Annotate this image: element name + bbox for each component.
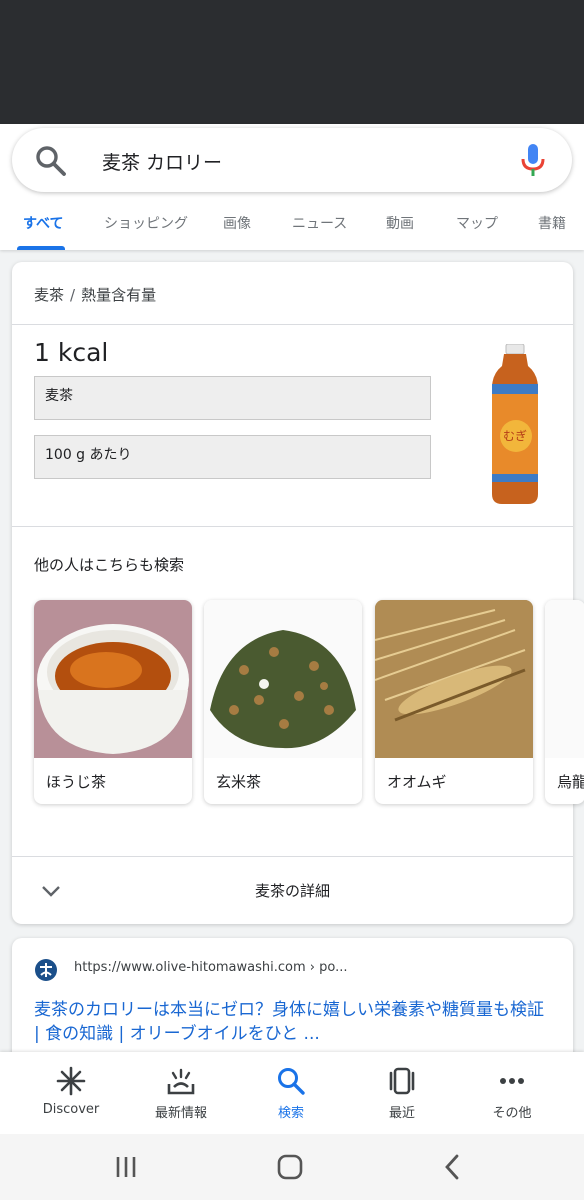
related-item-oolong[interactable]: 烏龍 — [545, 600, 584, 804]
related-item-label: 烏龍 — [557, 773, 584, 791]
nav-label: その他 — [492, 1106, 532, 1121]
more-icon — [500, 1078, 524, 1084]
details-expander[interactable]: 麦茶の詳細 — [12, 858, 573, 924]
nav-more[interactable]: その他 — [462, 1066, 562, 1121]
related-item-genmaicha[interactable]: 玄米茶 — [204, 600, 362, 804]
updates-icon — [167, 1068, 195, 1095]
breadcrumb: 麦茶 / 熱量含有量 — [34, 284, 156, 305]
tab-videos[interactable]: 動画 — [386, 213, 414, 233]
nav-updates[interactable]: 最新情報 — [131, 1066, 231, 1121]
home-icon[interactable] — [275, 1152, 305, 1182]
related-item-hojicha[interactable]: ほうじ茶 — [34, 600, 192, 804]
calorie-value: 1 kcal — [34, 338, 109, 367]
tab-news[interactable]: ニュース — [292, 213, 347, 233]
nav-search[interactable]: 検索 — [241, 1066, 341, 1121]
recent-apps-icon[interactable] — [111, 1152, 141, 1182]
search-query[interactable]: 麦茶 カロリー — [102, 148, 222, 175]
tab-images[interactable]: 画像 — [223, 213, 251, 233]
divider — [12, 526, 573, 527]
nutrition-card: 麦茶 / 熱量含有量 1 kcal 麦茶 100 g あたり むぎ 他の人はこちらも… — [12, 262, 584, 924]
oolong-image — [545, 600, 584, 758]
result-title-link[interactable]: 麦茶のカロリーは本当にゼロ？身体に嬉しい栄養素や糖質量も検証 | 食の知識 | … — [34, 998, 554, 1046]
tab-books[interactable]: 書籍 — [538, 213, 566, 233]
search-result: https://www.olive-hitomawashi.com › po..… — [12, 938, 573, 1068]
result-url[interactable]: https://www.olive-hitomawashi.com › po..… — [74, 960, 347, 975]
genmaicha-image — [204, 600, 362, 758]
tab-all[interactable]: すべて — [23, 213, 63, 233]
tab-shopping[interactable]: ショッピング — [104, 213, 188, 233]
back-icon[interactable] — [438, 1152, 468, 1182]
bottom-nav: Discover 最新情報 検索 最近 その他 — [0, 1052, 584, 1134]
mic-icon[interactable] — [518, 142, 548, 178]
nav-label: 最新情報 — [154, 1106, 207, 1121]
search-tabs: すべて ショッピング 画像 ニュース 動画 マップ 書籍 — [0, 204, 584, 250]
details-label: 麦茶の詳細 — [254, 882, 330, 900]
nav-recent[interactable]: 最近 — [352, 1066, 452, 1121]
related-item-label: ほうじ茶 — [46, 773, 107, 791]
recent-tabs-icon — [389, 1067, 415, 1095]
breadcrumb-current: 熱量含有量 — [81, 286, 157, 304]
system-nav-bar — [0, 1134, 584, 1200]
breadcrumb-separator: / — [70, 286, 76, 304]
barley-tea-bottle-image[interactable]: むぎ — [482, 344, 548, 508]
search-icon[interactable] — [34, 144, 68, 178]
nav-discover[interactable]: Discover — [21, 1066, 121, 1117]
nav-label: 最近 — [388, 1106, 415, 1121]
status-bar — [0, 0, 584, 124]
active-tab-indicator — [17, 246, 65, 250]
barley-image — [375, 600, 533, 758]
site-favicon-icon — [35, 959, 57, 981]
breadcrumb-item[interactable]: 麦茶 — [34, 286, 64, 304]
nav-label: Discover — [42, 1102, 100, 1117]
asterisk-icon — [56, 1066, 86, 1096]
search-header: 麦茶 カロリー すべて ショッピング 画像 ニュース 動画 マップ 書籍 — [0, 124, 584, 250]
svg-text:むぎ: むぎ — [503, 429, 527, 443]
related-item-label: 玄米茶 — [216, 773, 262, 791]
amount-select[interactable]: 100 g あたり — [34, 435, 431, 479]
related-item-barley[interactable]: オオムギ — [375, 600, 533, 804]
also-searched-title: 他の人はこちらも検索 — [34, 556, 185, 574]
search-icon — [278, 1068, 305, 1095]
nav-label: 検索 — [277, 1106, 304, 1121]
search-box[interactable]: 麦茶 カロリー — [12, 128, 572, 192]
tab-maps[interactable]: マップ — [456, 213, 498, 233]
related-item-label: オオムギ — [387, 773, 447, 791]
divider — [12, 324, 573, 325]
hojicha-image — [34, 600, 192, 758]
divider — [12, 856, 573, 857]
food-select[interactable]: 麦茶 — [34, 376, 431, 420]
